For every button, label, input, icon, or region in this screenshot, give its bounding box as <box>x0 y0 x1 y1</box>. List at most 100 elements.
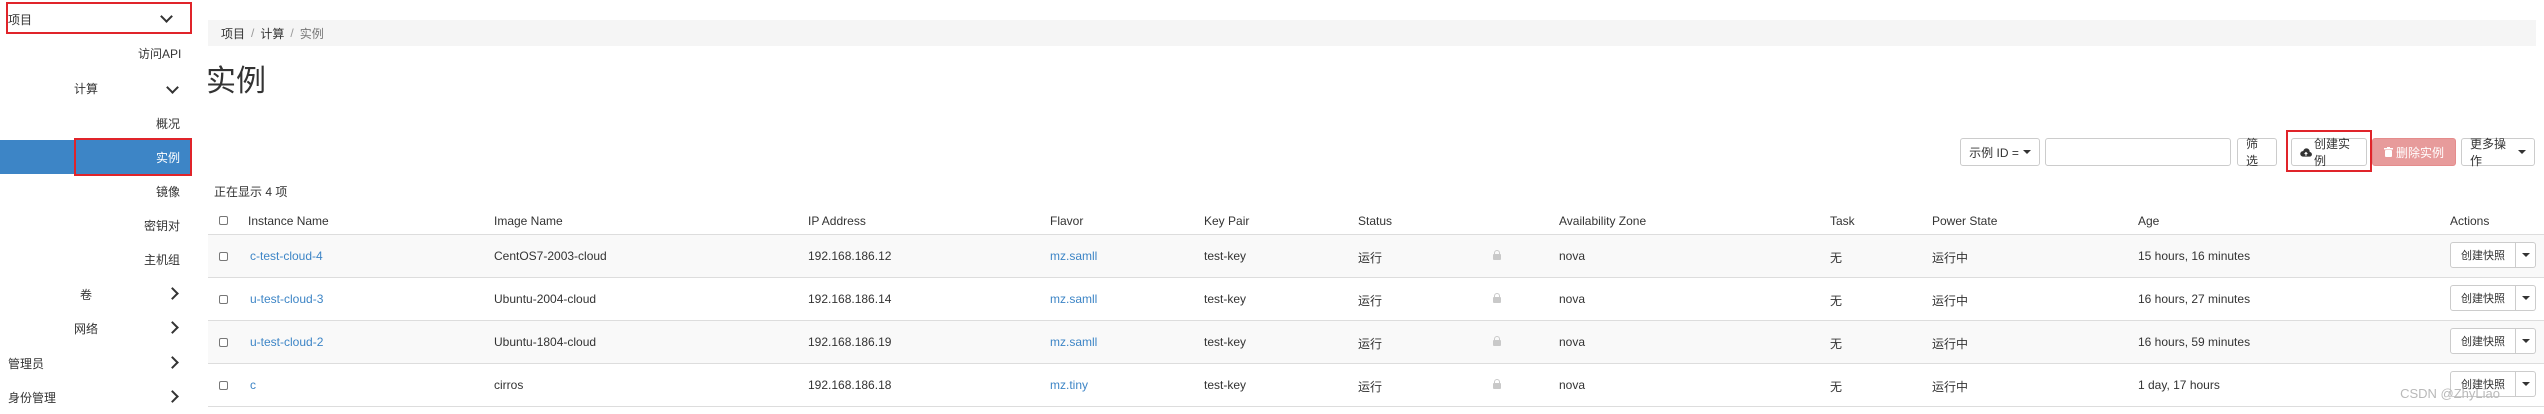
delete-instance-button[interactable]: 删除实例 <box>2372 138 2456 166</box>
delete-instance-label: 删除实例 <box>2395 145 2444 160</box>
caret-down-icon <box>2521 253 2530 257</box>
header-power-state[interactable]: Power State <box>1932 214 1997 228</box>
header-status[interactable]: Status <box>1358 214 1392 228</box>
power-state: 运行中 <box>1932 251 1969 265</box>
sidebar-item-instances[interactable]: 实例 <box>0 140 192 174</box>
chevron-right-icon <box>164 354 180 370</box>
create-instance-button[interactable]: 创建实例 <box>2291 137 2367 168</box>
sidebar-item-images[interactable]: 镜像 <box>0 174 192 208</box>
table-row: u-test-cloud-2 Ubuntu-1804-cloud 192.168… <box>208 321 2544 364</box>
chevron-right-icon <box>164 388 180 404</box>
filter-select[interactable]: 示例 ID = <box>1960 138 2040 166</box>
row-actions-dropdown[interactable] <box>2516 242 2536 268</box>
header-key-pair[interactable]: Key Pair <box>1204 214 1249 228</box>
instance-name-link[interactable]: c <box>250 378 256 392</box>
header-task[interactable]: Task <box>1830 214 1855 228</box>
more-actions-wrap: 更多操作 <box>2461 137 2535 168</box>
instance-name-link[interactable]: u-test-cloud-2 <box>250 335 323 349</box>
chevron-down-icon <box>158 10 174 26</box>
flavor-link[interactable]: mz.samll <box>1050 249 1097 263</box>
sidebar-label-instances: 实例 <box>156 150 181 165</box>
filter-button-wrap: 筛选 <box>2237 137 2277 168</box>
caret-down-icon <box>2521 339 2530 343</box>
instance-name-link[interactable]: c-test-cloud-4 <box>250 249 323 263</box>
header-availability-zone[interactable]: Availability Zone <box>1559 214 1646 228</box>
power-state: 运行中 <box>1932 337 1969 351</box>
ip-address: 192.168.186.14 <box>808 292 892 306</box>
sidebar-label-network: 网络 <box>74 321 99 336</box>
filter-input[interactable] <box>2045 138 2231 166</box>
flavor-link[interactable]: mz.samll <box>1050 335 1097 349</box>
availability-zone: nova <box>1559 292 1586 306</box>
table-row: c-test-cloud-4 CentOS7-2003-cloud 192.16… <box>208 235 2544 278</box>
header-image-name[interactable]: Image Name <box>494 214 563 228</box>
availability-zone: nova <box>1559 249 1586 263</box>
flavor-link[interactable]: mz.tiny <box>1050 378 1088 392</box>
sidebar-item-compute[interactable]: 计算 <box>0 71 192 105</box>
lock-icon <box>1493 250 1501 260</box>
sidebar-item-host-groups[interactable]: 主机组 <box>0 242 192 276</box>
sidebar-item-network[interactable]: 网络 <box>0 311 192 345</box>
header-age[interactable]: Age <box>2138 214 2159 228</box>
row-checkbox[interactable] <box>219 295 228 304</box>
caret-down-icon <box>2022 150 2031 154</box>
row-actions-dropdown[interactable] <box>2516 371 2536 397</box>
row-checkbox[interactable] <box>219 338 228 347</box>
sidebar-item-project[interactable]: 项目 <box>0 2 192 36</box>
sidebar-label-images: 镜像 <box>156 184 181 199</box>
availability-zone: nova <box>1559 335 1586 349</box>
sidebar-item-volumes[interactable]: 卷 <box>0 277 192 311</box>
header-flavor[interactable]: Flavor <box>1050 214 1083 228</box>
lock-icon <box>1493 379 1501 389</box>
sidebar-label-compute: 计算 <box>74 81 99 96</box>
more-actions-label: 更多操作 <box>2470 137 2507 168</box>
key-pair: test-key <box>1204 249 1247 263</box>
image-name: Ubuntu-2004-cloud <box>494 292 597 306</box>
key-pair: test-key <box>1204 292 1247 306</box>
sidebar-item-identity[interactable]: 身份管理 <box>0 380 192 414</box>
chevron-right-icon <box>164 319 180 335</box>
sidebar-item-api-access[interactable]: 访问API <box>0 36 192 70</box>
caret-down-icon <box>2521 296 2530 300</box>
main-content: 项目 / 计算 / 实例 实例 示例 ID = 筛选 创建实例 删除实例 更多操… <box>206 0 2544 410</box>
table-row: u-test-cloud-3 Ubuntu-2004-cloud 192.168… <box>208 278 2544 321</box>
table-row: c cirros 192.168.186.18 mz.tiny test-key… <box>208 364 2544 407</box>
sidebar-item-overview[interactable]: 概况 <box>0 106 192 140</box>
breadcrumb-compute[interactable]: 计算 <box>260 25 284 42</box>
row-actions: 创建快照 <box>2450 328 2536 354</box>
sidebar-item-admin[interactable]: 管理员 <box>0 346 192 380</box>
instance-name-link[interactable]: u-test-cloud-3 <box>250 292 323 306</box>
watermark: CSDN @ZhyLiao <box>2400 386 2500 401</box>
key-pair: test-key <box>1204 378 1247 392</box>
page-title: 实例 <box>206 65 266 98</box>
header-instance-name[interactable]: Instance Name <box>248 214 329 228</box>
sidebar-item-key-pairs[interactable]: 密钥对 <box>0 208 192 242</box>
select-all-checkbox[interactable] <box>219 216 228 225</box>
filter-select-button[interactable]: 示例 ID = <box>1960 138 2040 166</box>
create-snapshot-button[interactable]: 创建快照 <box>2450 242 2516 268</box>
row-checkbox[interactable] <box>219 381 228 390</box>
breadcrumb-project[interactable]: 项目 <box>221 25 245 42</box>
header-ip-address[interactable]: IP Address <box>808 214 866 228</box>
flavor-link[interactable]: mz.samll <box>1050 292 1097 306</box>
create-snapshot-button[interactable]: 创建快照 <box>2450 285 2516 311</box>
row-checkbox[interactable] <box>219 252 228 261</box>
lock-icon <box>1493 293 1501 303</box>
power-state: 运行中 <box>1932 380 1969 394</box>
sidebar-label-identity: 身份管理 <box>8 390 57 405</box>
lock-icon <box>1493 336 1501 346</box>
row-actions-dropdown[interactable] <box>2516 328 2536 354</box>
table-header: Instance Name Image Name IP Address Flav… <box>208 208 2544 235</box>
create-snapshot-button[interactable]: 创建快照 <box>2450 328 2516 354</box>
more-actions-button[interactable]: 更多操作 <box>2461 137 2535 168</box>
task: 无 <box>1830 337 1843 351</box>
task: 无 <box>1830 251 1843 265</box>
row-actions-dropdown[interactable] <box>2516 285 2536 311</box>
status: 运行 <box>1358 251 1383 265</box>
breadcrumb-separator: / <box>290 26 294 40</box>
sidebar-label-admin: 管理员 <box>8 356 45 371</box>
ip-address: 192.168.186.18 <box>808 378 892 392</box>
filter-button[interactable]: 筛选 <box>2237 137 2277 168</box>
trash-icon <box>2383 147 2393 157</box>
chevron-down-icon <box>164 81 180 97</box>
